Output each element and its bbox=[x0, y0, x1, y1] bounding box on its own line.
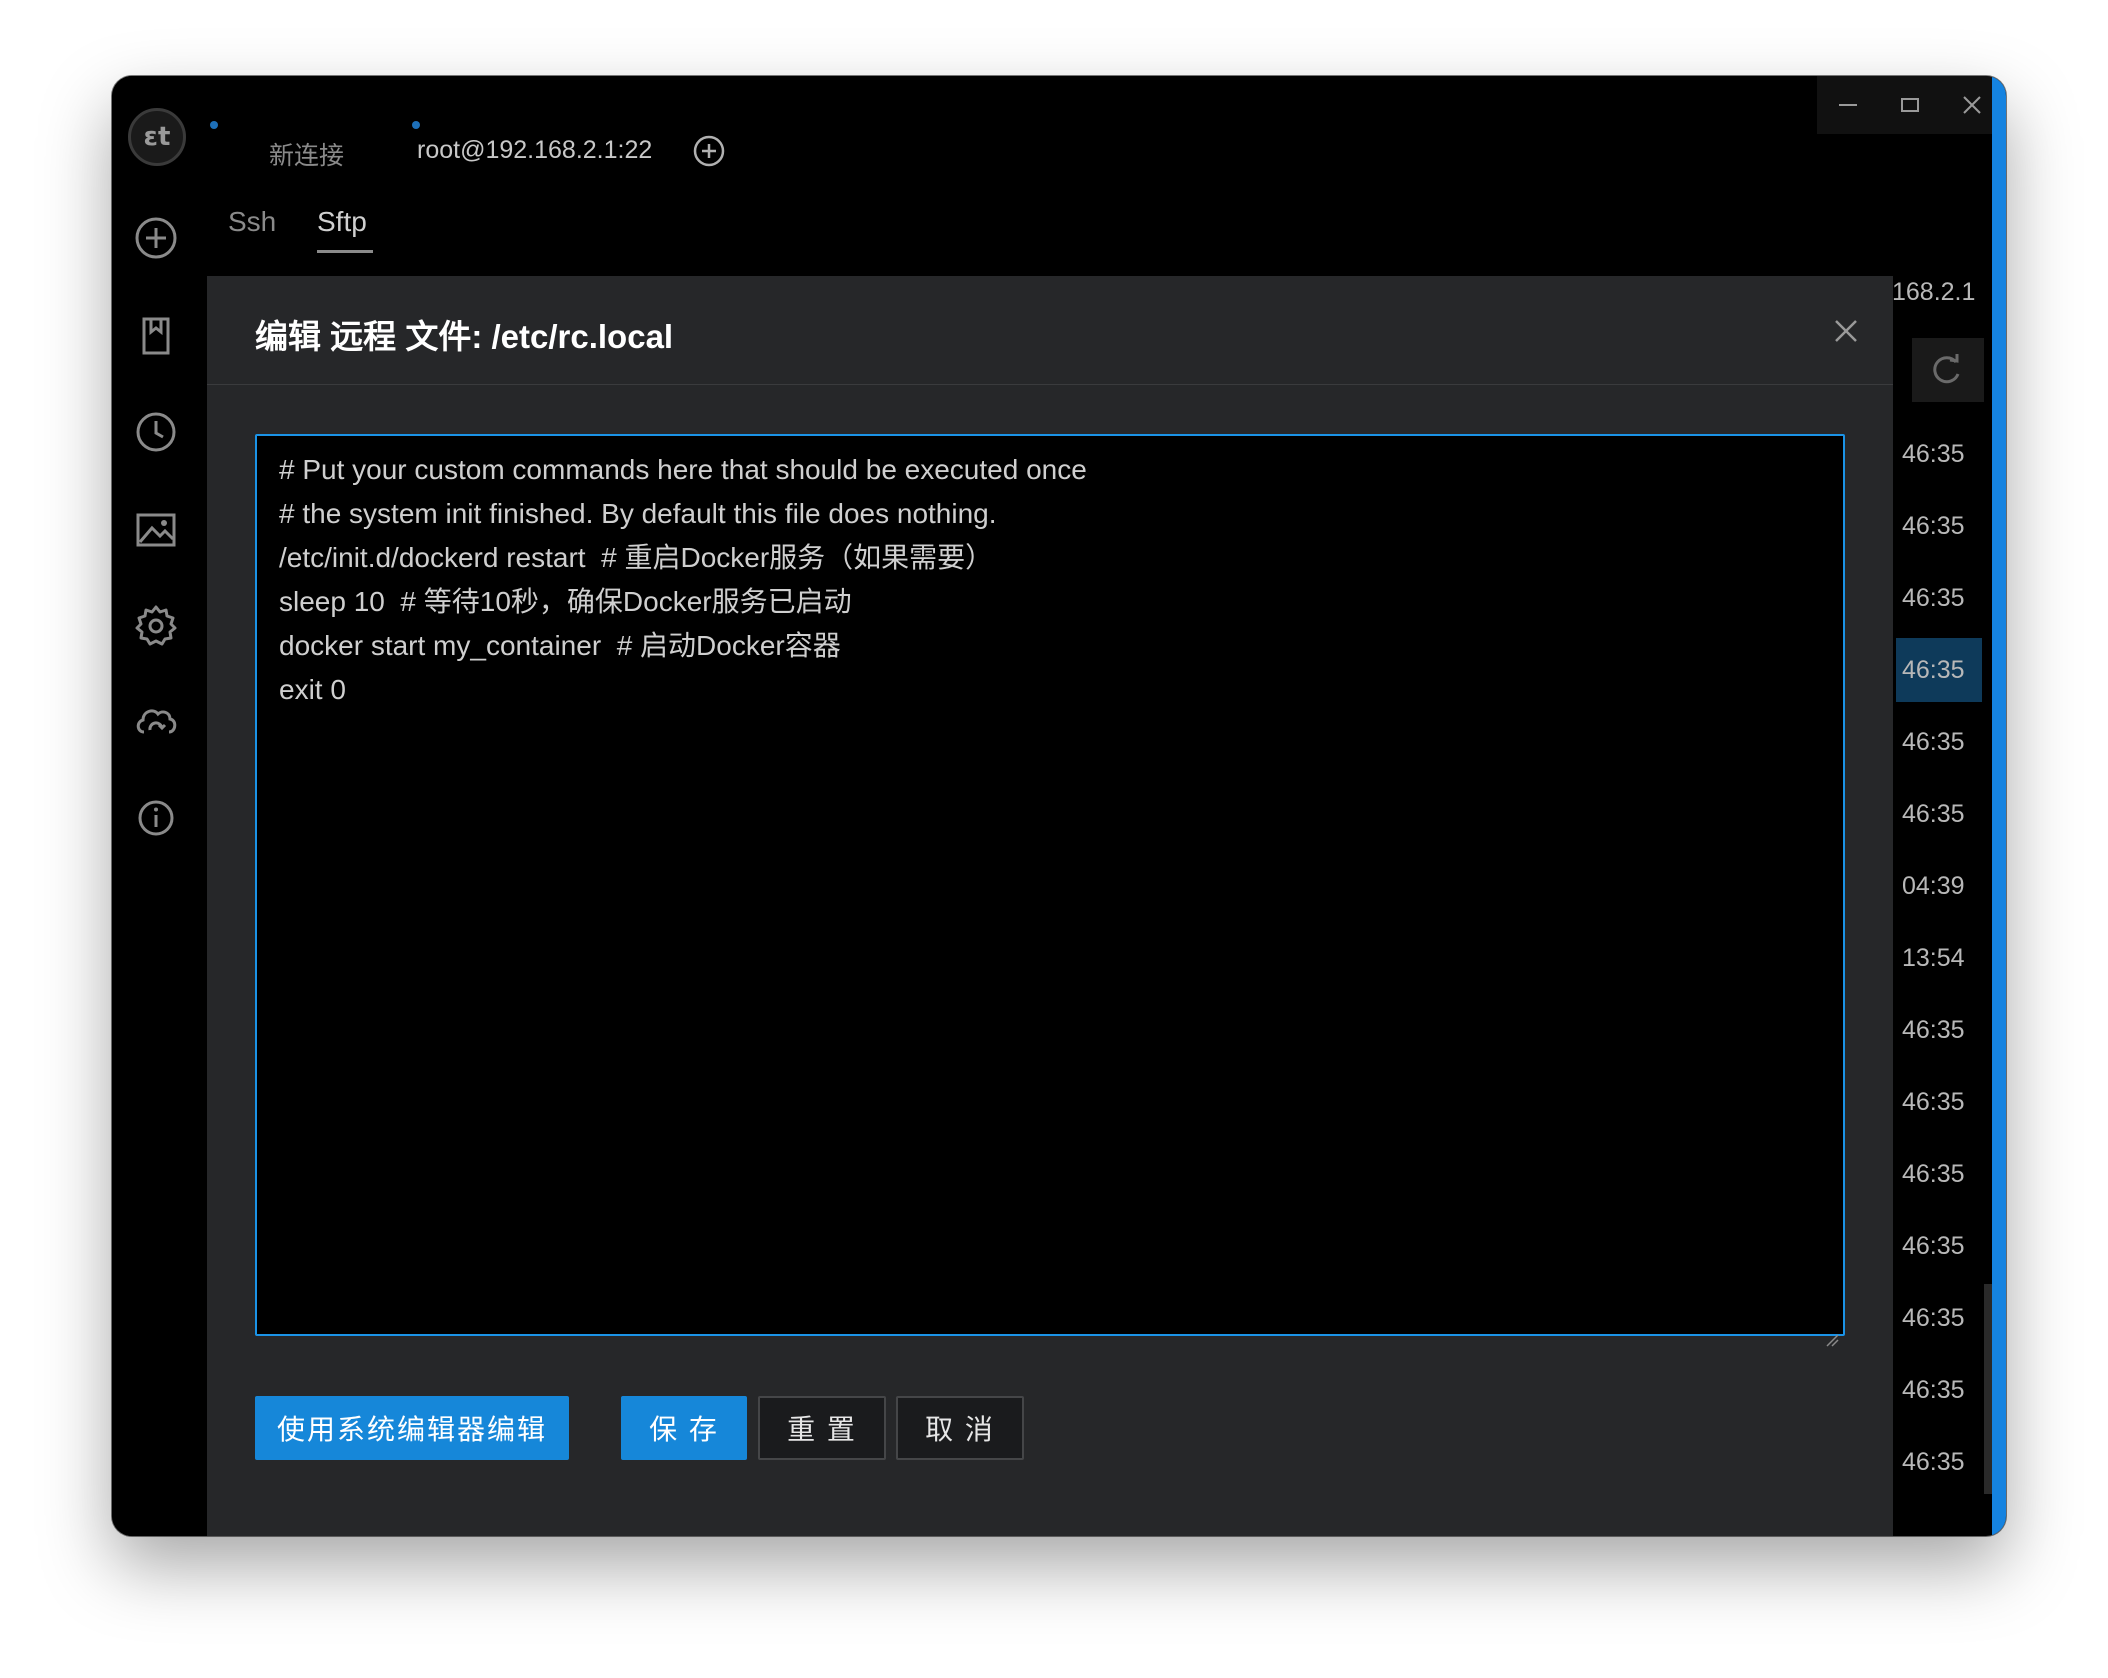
file-row-time[interactable]: 46:35 bbox=[1896, 1070, 1982, 1134]
subtab-active-underline bbox=[317, 250, 373, 253]
refresh-icon bbox=[1933, 354, 1960, 384]
tab-new-connection[interactable]: 新连接 bbox=[269, 136, 344, 172]
save-button[interactable]: 保 存 bbox=[621, 1396, 747, 1460]
close-icon[interactable] bbox=[1829, 314, 1863, 348]
code-line[interactable]: /etc/init.d/dockerd restart # 重启Docker服务… bbox=[279, 536, 1821, 580]
refresh-button[interactable] bbox=[1912, 338, 1984, 402]
dialog-title: 编辑 远程 文件: /etc/rc.local bbox=[255, 318, 674, 355]
file-row-time[interactable]: 46:35 bbox=[1896, 1358, 1982, 1422]
system-editor-button[interactable]: 使用系统编辑器编辑 bbox=[255, 1396, 569, 1460]
file-row-time[interactable]: 46:35 bbox=[1896, 566, 1982, 630]
plus-circle-icon[interactable] bbox=[132, 214, 180, 262]
window-scrollbar[interactable] bbox=[1992, 76, 2006, 1536]
file-row-time[interactable]: 46:35 bbox=[1896, 1286, 1982, 1350]
edit-file-dialog: 编辑 远程 文件: /etc/rc.local # Put your custo… bbox=[207, 276, 1893, 1536]
code-line[interactable]: exit 0 bbox=[279, 668, 1821, 712]
code-lines: # Put your custom commands here that sho… bbox=[279, 448, 1821, 712]
window-controls bbox=[1817, 76, 2006, 134]
file-row-time[interactable]: 46:35 bbox=[1896, 422, 1982, 486]
host-label: 168.2.1 bbox=[1892, 278, 1976, 306]
subtab-ssh[interactable]: Ssh bbox=[228, 206, 276, 238]
sidebar: εt bbox=[112, 76, 207, 1536]
image-icon[interactable] bbox=[132, 506, 180, 554]
file-row-time[interactable]: 04:39 bbox=[1896, 854, 1982, 918]
code-line[interactable]: docker start my_container # 启动Docker容器 bbox=[279, 624, 1821, 668]
info-icon[interactable] bbox=[132, 794, 180, 842]
reset-button[interactable]: 重 置 bbox=[758, 1396, 886, 1460]
file-content-editor[interactable]: # Put your custom commands here that sho… bbox=[255, 434, 1845, 1347]
file-row-time[interactable]: 46:35 bbox=[1896, 1214, 1982, 1278]
file-row-time[interactable]: 46:35 bbox=[1896, 1142, 1982, 1206]
cloud-sync-icon[interactable] bbox=[132, 698, 180, 746]
file-row-time[interactable]: 46:35 bbox=[1896, 1430, 1982, 1494]
scrollbar-thumb[interactable] bbox=[1984, 1284, 1992, 1494]
file-row-time[interactable]: 13:54 bbox=[1896, 926, 1982, 990]
close-window-icon[interactable] bbox=[1957, 90, 1987, 120]
code-line[interactable]: # the system init finished. By default t… bbox=[279, 492, 1821, 536]
file-row-time[interactable]: 46:35 bbox=[1896, 638, 1982, 702]
maximize-icon[interactable] bbox=[1895, 90, 1925, 120]
app-logo: εt bbox=[128, 108, 186, 166]
file-row-time[interactable]: 46:35 bbox=[1896, 782, 1982, 846]
minimize-icon[interactable] bbox=[1833, 90, 1863, 120]
tab-indicator-dot bbox=[412, 121, 420, 129]
dialog-header: 编辑 远程 文件: /etc/rc.local bbox=[207, 276, 1893, 385]
file-row-time[interactable]: 46:35 bbox=[1896, 494, 1982, 558]
gear-icon[interactable] bbox=[132, 602, 180, 650]
app-window: εt 新连接 root@192.168.2.1:22 Ssh Sftp 168.… bbox=[112, 76, 2006, 1536]
code-line[interactable]: # Put your custom commands here that sho… bbox=[279, 448, 1821, 492]
cancel-button[interactable]: 取 消 bbox=[896, 1396, 1024, 1460]
file-row-time[interactable]: 46:35 bbox=[1896, 998, 1982, 1062]
add-tab-icon[interactable] bbox=[692, 134, 726, 168]
tab-indicator-dot bbox=[210, 121, 218, 129]
tab-root-connection[interactable]: root@192.168.2.1:22 bbox=[417, 136, 652, 165]
clock-icon[interactable] bbox=[132, 408, 180, 456]
resize-grip-icon[interactable] bbox=[1825, 1316, 1839, 1347]
bookmark-icon[interactable] bbox=[132, 312, 180, 360]
code-line[interactable]: sleep 10 # 等待10秒，确保Docker服务已启动 bbox=[279, 580, 1821, 624]
file-row-time[interactable]: 46:35 bbox=[1896, 710, 1982, 774]
subtab-sftp[interactable]: Sftp bbox=[317, 206, 367, 238]
